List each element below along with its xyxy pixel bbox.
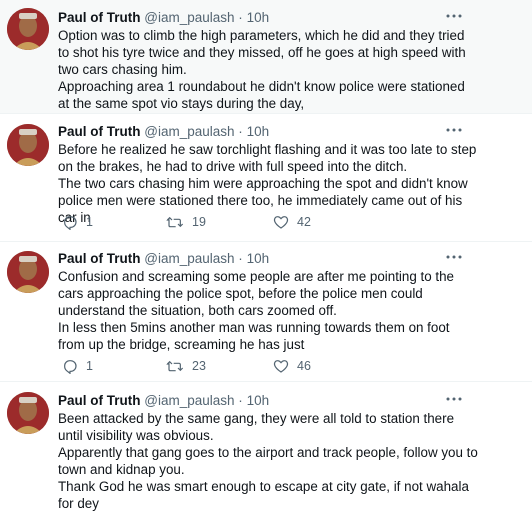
display-name[interactable]: Paul of Truth xyxy=(58,10,141,25)
tweet-line: Confusion and screaming some people are … xyxy=(58,269,455,318)
tweet-header: Paul of Truth @iam_paulash · 10h xyxy=(58,250,269,268)
more-dots-icon xyxy=(446,255,462,259)
tweet-header: Paul of Truth @iam_paulash · 10h xyxy=(58,392,269,410)
tweet[interactable]: Paul of Truth @iam_paulash · 10h Confusi… xyxy=(0,242,532,382)
reply-bubble-icon xyxy=(64,360,77,374)
tweet-thread: Paul of Truth @iam_paulash · 10h Option … xyxy=(0,0,532,519)
separator-dot: · xyxy=(238,251,243,266)
separator-dot: · xyxy=(238,124,243,139)
timestamp[interactable]: 10h xyxy=(247,10,270,25)
avatar[interactable] xyxy=(7,8,49,50)
tweet-header: Paul of Truth @iam_paulash · 10h xyxy=(58,9,269,27)
separator-dot: · xyxy=(238,10,243,25)
tweet-text: Before he realized he saw torchlight fla… xyxy=(58,141,478,226)
retweet-count: 23 xyxy=(192,359,206,373)
more-dots-icon xyxy=(446,128,462,132)
retweet-count: 19 xyxy=(192,215,206,229)
like-count: 46 xyxy=(297,359,311,373)
reply-count: 1 xyxy=(86,215,93,229)
more-dots-icon xyxy=(446,14,462,18)
timestamp[interactable]: 10h xyxy=(247,251,270,266)
heart-outline-icon xyxy=(273,216,289,229)
retweet-arrows-icon xyxy=(166,360,184,372)
tweet-line: In less then 5mins another man was runni… xyxy=(58,320,450,352)
tweet-text: Option was to climb the high parameters,… xyxy=(58,27,478,112)
timestamp[interactable]: 10h xyxy=(247,124,270,139)
timestamp[interactable]: 10h xyxy=(247,393,270,408)
retweet-arrows-icon xyxy=(166,216,184,228)
more-options-button[interactable] xyxy=(444,123,464,141)
avatar[interactable] xyxy=(7,251,49,293)
tweet[interactable]: Paul of Truth @iam_paulash · 10h Been at… xyxy=(0,382,532,519)
more-dots-icon xyxy=(446,397,462,401)
tweet-line: Thank God he was smart enough to escape … xyxy=(58,479,469,511)
tweet[interactable]: Paul of Truth @iam_paulash · 10h Option … xyxy=(0,0,532,114)
separator-dot: · xyxy=(238,393,243,408)
tweet-text: Confusion and screaming some people are … xyxy=(58,268,478,353)
avatar[interactable] xyxy=(7,392,49,434)
tweet-text: Been attacked by the same gang, they wer… xyxy=(58,410,478,512)
avatar[interactable] xyxy=(7,124,49,166)
display-name[interactable]: Paul of Truth xyxy=(58,124,141,139)
tweet-line: Before he realized he saw torchlight fla… xyxy=(58,142,477,174)
display-name[interactable]: Paul of Truth xyxy=(58,251,141,266)
tweet-header: Paul of Truth @iam_paulash · 10h xyxy=(58,123,269,141)
tweet[interactable]: Paul of Truth @iam_paulash · 10h Before … xyxy=(0,114,532,242)
user-handle[interactable]: @iam_paulash xyxy=(144,393,234,408)
tweet-line: Been attacked by the same gang, they wer… xyxy=(58,411,455,443)
more-options-button[interactable] xyxy=(444,9,464,27)
tweet-line: The two cars chasing him were approachin… xyxy=(58,176,468,225)
user-handle[interactable]: @iam_paulash xyxy=(144,124,234,139)
tweet-line: Option was to climb the high parameters,… xyxy=(58,28,466,77)
display-name[interactable]: Paul of Truth xyxy=(58,393,141,408)
user-handle[interactable]: @iam_paulash xyxy=(144,10,234,25)
user-handle[interactable]: @iam_paulash xyxy=(144,251,234,266)
tweet-line: Apparently that gang goes to the airport… xyxy=(58,445,478,477)
reply-bubble-icon xyxy=(64,216,77,230)
more-options-button[interactable] xyxy=(444,392,464,410)
more-options-button[interactable] xyxy=(444,250,464,268)
tweet-line: Approaching area 1 roundabout he didn't … xyxy=(58,79,465,111)
reply-count: 1 xyxy=(86,359,93,373)
heart-outline-icon xyxy=(273,360,289,373)
like-count: 42 xyxy=(297,215,311,229)
